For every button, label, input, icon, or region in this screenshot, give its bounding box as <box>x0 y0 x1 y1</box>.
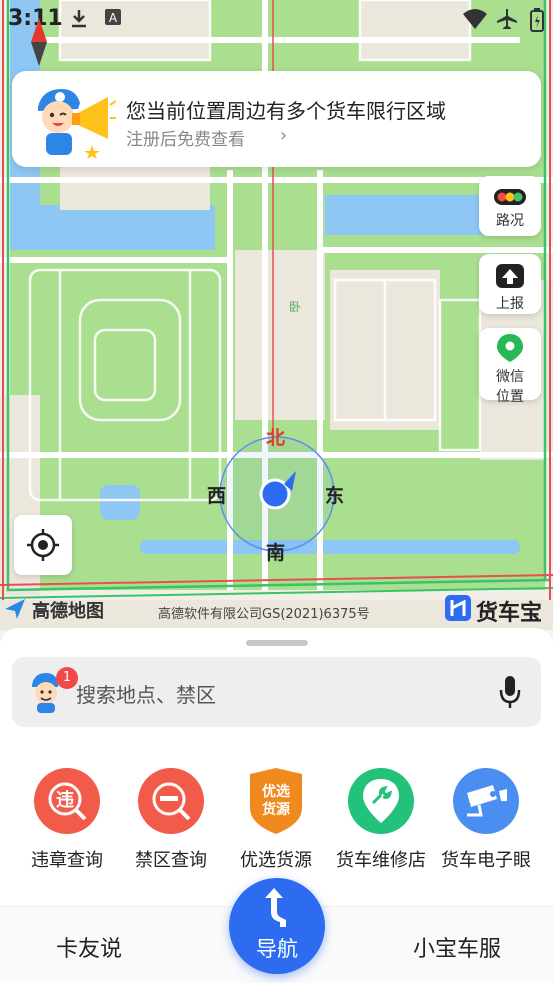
traffic-light-icon <box>494 189 526 205</box>
airplane-icon <box>497 9 517 29</box>
location-pin-icon <box>497 334 523 362</box>
wechat-location-label-1: 微信 <box>496 369 524 385</box>
wechat-location-label-2: 位置 <box>496 389 524 405</box>
navigate-label: 导航 <box>256 937 298 961</box>
map-copyright: 高德软件有限公司GS(2021)6375号 <box>158 607 370 622</box>
feature-traffic-camera[interactable]: 货车电子眼 <box>431 768 541 872</box>
crosshair-icon <box>27 529 59 561</box>
poi-label[interactable]: 卧 <box>289 298 301 315</box>
feature-label: 禁区查询 <box>135 850 207 871</box>
feature-repair-shop[interactable]: 货车维修店 <box>326 768 436 872</box>
cargo-source-icon: 优选 货源 <box>243 768 309 834</box>
a-badge-icon: A <box>105 9 121 25</box>
search-bar[interactable]: 1 搜索地点、禁区 <box>12 657 541 727</box>
restriction-banner[interactable]: 您当前位置周边有多个货车限行区域 注册后免费查看 › <box>12 71 541 167</box>
feature-cargo-source[interactable]: 优选 货源 优选货源 <box>221 768 331 872</box>
sheet-drag-handle[interactable] <box>246 640 308 646</box>
huochebao-logo-icon <box>445 595 471 621</box>
upload-report-icon <box>496 264 524 288</box>
huochebao-brand-text: 货车宝 <box>476 601 543 626</box>
feature-grid: 违 违章查询 禁区查询 优选 货源 优选货源 货车维修店 货车电子眼 <box>0 768 553 878</box>
feature-violation-query[interactable]: 违 违章查询 <box>12 768 122 872</box>
wechat-location-button[interactable]: 微信 位置 <box>479 328 541 405</box>
microphone-icon[interactable] <box>499 675 521 709</box>
amap-provider-text: 高德地图 <box>32 601 104 622</box>
restricted-zone-icon <box>138 768 204 834</box>
navigate-button[interactable]: 导航 <box>229 878 325 974</box>
repair-shop-icon <box>348 768 414 834</box>
search-placeholder[interactable]: 搜索地点、禁区 <box>76 679 216 708</box>
compass-west: 西 <box>207 485 227 507</box>
download-icon <box>72 10 86 28</box>
mascot-megaphone-icon <box>38 89 116 159</box>
svg-text:A: A <box>109 11 118 25</box>
tab-kayoushuo[interactable]: 卡友说 <box>56 931 122 963</box>
status-bar: 3:11 A <box>0 0 553 38</box>
compass-needle-icon[interactable] <box>30 18 48 66</box>
report-button[interactable]: 上报 <box>479 254 541 314</box>
compass-south: 南 <box>266 542 286 564</box>
tab-xiaobao-service[interactable]: 小宝车服 <box>413 931 501 963</box>
violation-icon: 违 <box>34 768 100 834</box>
battery-icon <box>530 8 544 32</box>
svg-text:优选: 优选 <box>262 783 290 800</box>
traffic-label: 路况 <box>496 213 524 229</box>
amap-logo-icon <box>5 599 25 619</box>
feature-label: 货车电子眼 <box>441 850 531 871</box>
bottom-sheet: 1 搜索地点、禁区 违 违章查询 禁区查询 优选 货源 优选货源 货车维修店 货… <box>0 628 553 983</box>
compass-north: 北 <box>266 427 286 449</box>
feature-restricted-zone-query[interactable]: 禁区查询 <box>116 768 226 872</box>
banner-subtitle[interactable]: 注册后免费查看 <box>126 125 245 150</box>
feature-label: 违章查询 <box>31 850 103 871</box>
notification-badge: 1 <box>56 667 78 689</box>
svg-text:货源: 货源 <box>261 801 290 818</box>
svg-text:违: 违 <box>56 789 74 811</box>
feature-label: 优选货源 <box>240 850 312 871</box>
turn-arrow-icon <box>265 888 286 927</box>
compass-east: 东 <box>325 485 345 507</box>
wifi-icon <box>463 9 487 29</box>
traffic-button[interactable]: 路况 <box>479 176 541 236</box>
compass-dial <box>219 436 335 552</box>
my-location-button[interactable] <box>14 515 72 575</box>
camera-icon <box>453 768 519 834</box>
feature-label: 货车维修店 <box>336 850 426 871</box>
banner-title: 您当前位置周边有多个货车限行区域 <box>126 99 446 123</box>
map-attribution: 高德地图 高德软件有限公司GS(2021)6375号 货车宝 <box>0 592 553 628</box>
report-label: 上报 <box>496 296 524 312</box>
banner-chevron-icon[interactable]: › <box>280 125 287 146</box>
